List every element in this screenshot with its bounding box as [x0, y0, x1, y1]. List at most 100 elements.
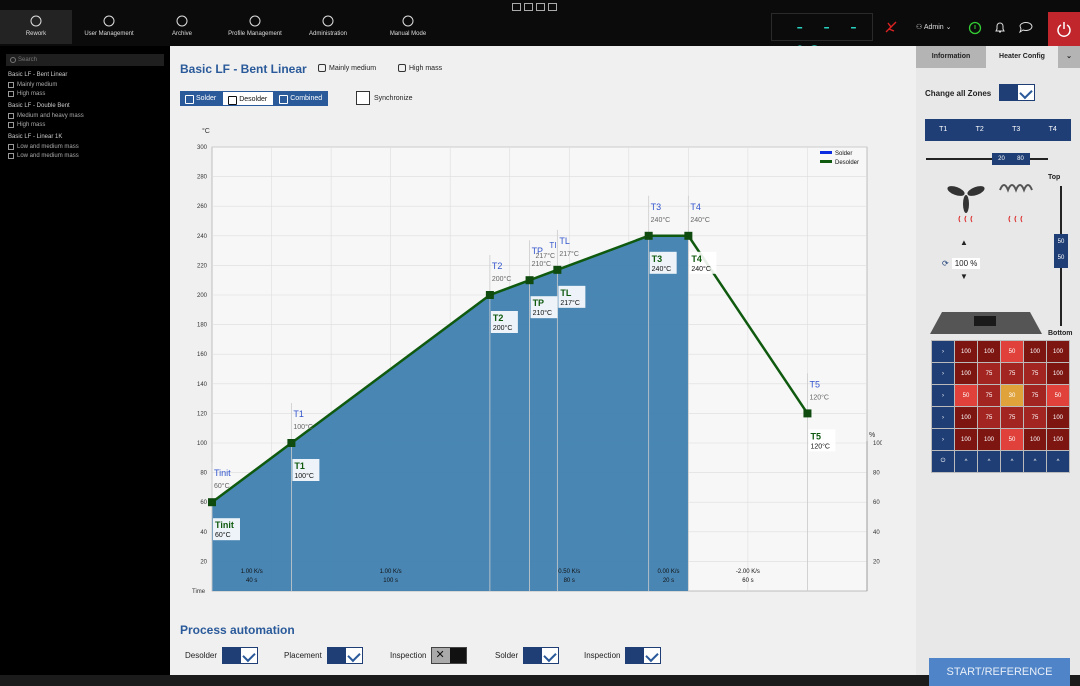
fan-up-icon[interactable]: ▲ — [960, 238, 968, 247]
mode-solder[interactable]: Solder — [180, 91, 223, 106]
zone-tab-t2[interactable]: T2 — [962, 119, 999, 141]
gear-icon — [322, 15, 334, 27]
user-menu[interactable]: ⚇ Admin ⌄ — [916, 23, 952, 31]
attribute-icon — [8, 122, 14, 128]
tabs-chevron-icon[interactable]: ⌄ — [1058, 46, 1080, 68]
profile-point-t5[interactable] — [803, 409, 812, 418]
top-bottom-handle[interactable]: 50 50 — [1054, 234, 1068, 268]
profile-point-t4[interactable] — [684, 231, 693, 240]
profile-sidebar: Search Basic LF - Bent Linear Mainly medi… — [0, 46, 170, 675]
profile-group-title[interactable]: Basic LF - Bent Linear — [8, 72, 170, 78]
fan-down-icon[interactable]: ▼ — [960, 272, 968, 281]
segment-duration-label: 60 s — [742, 578, 753, 584]
search-input[interactable]: Search — [6, 54, 164, 66]
segment-duration-label: 40 s — [246, 578, 257, 584]
nav-user-management[interactable]: User Management — [73, 10, 145, 44]
profile-point-tinit[interactable] — [208, 498, 216, 507]
profile-point-tl[interactable] — [553, 265, 562, 274]
point-name-label: TL — [560, 288, 571, 298]
start-reference-button[interactable]: START/REFERENCE — [929, 658, 1070, 686]
nav-archive[interactable]: Archive — [146, 10, 218, 44]
column-collapse-icon[interactable]: ^ — [977, 450, 1001, 473]
point-value-label: 217°C — [560, 299, 580, 307]
nav-administration[interactable]: Administration — [292, 10, 364, 44]
synchronize-checkbox[interactable]: Synchronize — [356, 91, 413, 105]
row-expand-icon[interactable]: › — [931, 384, 955, 407]
row-expand-icon[interactable]: › — [931, 340, 955, 363]
power-button[interactable] — [1048, 12, 1080, 46]
column-collapse-icon[interactable]: ^ — [1046, 450, 1070, 473]
mode-combined[interactable]: Combined — [274, 91, 329, 106]
row-expand-icon[interactable]: › — [931, 406, 955, 429]
heater-cell[interactable]: 30 — [1000, 384, 1024, 407]
heater-cell[interactable]: 100 — [954, 406, 978, 429]
nav-rework[interactable]: Rework — [0, 10, 72, 44]
profile-point-t1[interactable] — [287, 439, 296, 447]
heater-cell[interactable]: 75 — [977, 384, 1001, 407]
tab-information[interactable]: Information — [916, 46, 986, 68]
profile-group-title[interactable]: Basic LF - Linear 1K — [8, 134, 170, 140]
mode-desolder[interactable]: Desolder — [222, 91, 275, 106]
heater-cell[interactable]: 75 — [977, 362, 1001, 385]
y2-tick-label: 20 — [873, 559, 880, 565]
zone-tab-t3[interactable]: T3 — [998, 119, 1035, 141]
profile-point-t3[interactable] — [644, 231, 653, 240]
segment-duration-label: 100 s — [383, 578, 398, 584]
heater-cell[interactable]: 75 — [977, 406, 1001, 429]
profile-group[interactable]: Basic LF - Linear 1K Low and medium mass L… — [8, 134, 170, 159]
zone-tab-t4[interactable]: T4 — [1035, 119, 1072, 141]
heater-cell[interactable]: 100 — [954, 362, 978, 385]
heater-cell[interactable]: 75 — [1000, 362, 1024, 385]
nav-profile-management[interactable]: Profile Management — [219, 10, 291, 44]
heater-cell[interactable]: 75 — [1023, 406, 1047, 429]
tab-heater-config[interactable]: Heater Config — [986, 46, 1058, 68]
heater-cell[interactable]: 50 — [1000, 428, 1024, 451]
heater-cell[interactable]: 100 — [1046, 428, 1070, 451]
column-collapse-icon[interactable]: ^ — [1023, 450, 1047, 473]
profile-group-title[interactable]: Basic LF - Double Bent — [8, 103, 170, 109]
segment-rate-label: 1.00 K/s — [380, 569, 402, 575]
y-tick-label: 140 — [197, 382, 208, 388]
temperature-profile-chart[interactable]: 20 40 60 80 100 120 140 160 180 200 220 240 260 280 30… — [182, 121, 882, 601]
heater-cell[interactable]: 100 — [1023, 428, 1047, 451]
heater-cell[interactable]: 100 — [954, 340, 978, 363]
profile-point-tp[interactable] — [525, 276, 534, 285]
profile-point-t2[interactable] — [485, 291, 494, 299]
heater-cell[interactable]: 100 — [1046, 340, 1070, 363]
heater-cell[interactable]: 100 — [1046, 406, 1070, 429]
column-collapse-icon[interactable]: ^ — [1000, 450, 1024, 473]
grid-power-icon[interactable]: ⏻ — [931, 450, 955, 473]
heater-cell[interactable]: 100 — [977, 340, 1001, 363]
heater-cell[interactable]: 75 — [1023, 362, 1047, 385]
heater-cell[interactable]: 50 — [1046, 384, 1070, 407]
automation-toggle[interactable] — [625, 647, 662, 664]
nav-manual-mode[interactable]: Manual Mode — [365, 10, 451, 44]
row-expand-icon[interactable]: › — [931, 428, 955, 451]
heater-cell[interactable]: 50 — [954, 384, 978, 407]
profile-group[interactable]: Basic LF - Double Bent Medium and heavy m… — [8, 103, 170, 128]
heater-cell[interactable]: 75 — [1023, 384, 1047, 407]
heater-cell[interactable]: 100 — [977, 428, 1001, 451]
automation-toggle[interactable] — [326, 647, 363, 664]
heater-cell[interactable]: 75 — [1000, 406, 1024, 429]
profile-group[interactable]: Basic LF - Bent Linear Mainly medium High … — [8, 72, 170, 97]
heater-cell[interactable]: 50 — [1000, 340, 1024, 363]
column-collapse-icon[interactable]: ^ — [954, 450, 978, 473]
heater-cell[interactable]: 100 — [1046, 362, 1070, 385]
bottom-label: Bottom — [1048, 330, 1073, 337]
bell-icon[interactable] — [993, 21, 1007, 35]
automation-toggle[interactable] — [523, 647, 560, 664]
heater-cell[interactable]: 100 — [954, 428, 978, 451]
fan-speed-stepper[interactable]: ⟳ 100 % — [942, 258, 981, 269]
status-icon[interactable] — [968, 21, 982, 35]
automation-toggle[interactable] — [431, 647, 468, 664]
zone-tab-t1[interactable]: T1 — [925, 119, 962, 141]
window-controls[interactable] — [512, 3, 557, 11]
row-expand-icon[interactable]: › — [931, 362, 955, 385]
automation-toggle[interactable] — [222, 647, 259, 664]
zone-slider-handle[interactable]: 20 80 — [992, 153, 1030, 165]
mode-selector: Solder Desolder Combined — [180, 91, 329, 106]
change-all-toggle[interactable] — [999, 84, 1035, 101]
chat-icon[interactable] — [1018, 20, 1034, 34]
heater-cell[interactable]: 100 — [1023, 340, 1047, 363]
